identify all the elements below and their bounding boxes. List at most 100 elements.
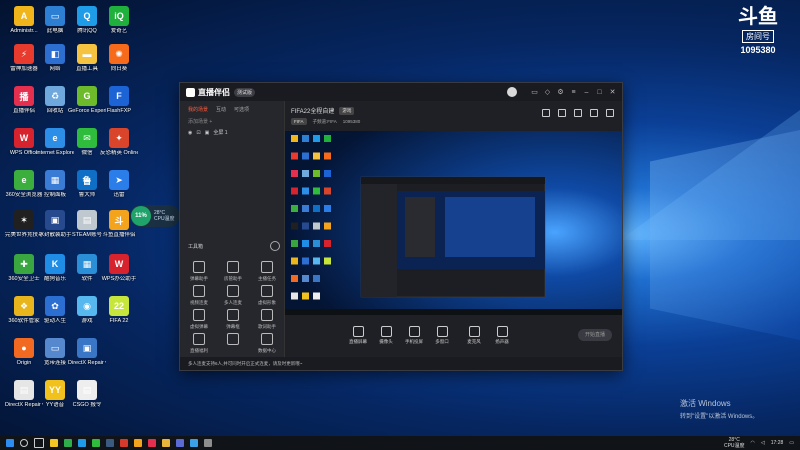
app-icon: ▦ — [45, 170, 65, 190]
control-button[interactable]: 麦克风 — [461, 326, 487, 345]
desktop-icon[interactable]: W WPS办公助手 — [100, 254, 138, 283]
task-view-icon[interactable] — [34, 438, 44, 448]
preview-area: FIFA22全程自建 游戏 FIFA 子频道:FIFA 1095380 直播屏幕… — [285, 101, 622, 357]
tray-time[interactable]: 17:28 — [771, 440, 784, 446]
toolbox-item[interactable]: 弹幕助手 — [184, 261, 214, 282]
app-icon: ▭ — [45, 338, 65, 358]
notice-bar[interactable]: 多人连麦支持6人,并可同时开启正式连麦，请及时更新哦~ — [180, 357, 622, 370]
tab-scenes[interactable]: 我的场景 — [188, 106, 208, 113]
toolbox-item[interactable]: 虚拟弹幕 — [184, 309, 214, 330]
minimize-icon[interactable]: – — [583, 89, 590, 96]
toolbox-item[interactable]: 直播福利 — [184, 333, 214, 354]
wechat-icon[interactable] — [92, 439, 100, 447]
network-icon[interactable]: ◠ — [751, 440, 755, 446]
preview-tool-icons — [542, 109, 614, 117]
rank-icon[interactable] — [574, 109, 582, 117]
douyu-icon[interactable] — [134, 439, 142, 447]
control-icon — [468, 326, 480, 337]
control-button[interactable]: 扬声器 — [489, 326, 515, 345]
tool-label: 虚拟弹幕 — [190, 324, 208, 329]
search-icon[interactable] — [20, 439, 28, 447]
scene-item[interactable]: ◉ ⊡ ▣ 全屏 1 — [180, 127, 284, 138]
toolbox-item[interactable]: 虚拟形象 — [252, 285, 282, 306]
tool-label: 歌词助手 — [258, 324, 276, 329]
menu-icon[interactable]: ≡ — [570, 89, 577, 96]
tool-icon — [261, 285, 273, 297]
tab-options[interactable]: 可选项 — [234, 106, 249, 113]
preview-mini-icon — [313, 205, 320, 212]
toolbox-item[interactable]: 歌词助手 — [252, 309, 282, 330]
notification-icon[interactable]: ▭ — [789, 440, 794, 446]
toolbox-item[interactable]: 多人连麦 — [218, 285, 248, 306]
desktop-icon[interactable]: ▤ CSGO 报令 — [68, 380, 106, 409]
control-icon — [436, 326, 448, 337]
toolbox-title: 工具箱 — [188, 244, 204, 250]
folder-icon[interactable] — [162, 439, 170, 447]
add-scene-button[interactable]: 添加场景 + — [180, 116, 284, 127]
game-icon[interactable] — [120, 439, 128, 447]
settings-icon[interactable]: ⚙ — [557, 89, 564, 96]
tool-label: 弹幕框 — [226, 324, 240, 329]
user-icon[interactable] — [590, 109, 598, 117]
steam-icon[interactable] — [106, 439, 114, 447]
skin-icon[interactable]: ◇ — [544, 89, 551, 96]
start-icon[interactable] — [6, 439, 14, 447]
share-icon[interactable] — [606, 109, 614, 117]
control-label: 扬声器 — [495, 339, 509, 344]
control-button[interactable]: 摄像头 — [373, 326, 399, 345]
maximize-icon[interactable]: □ — [596, 89, 603, 96]
tool-label: 虚拟形象 — [258, 300, 276, 305]
browser-icon[interactable] — [64, 439, 72, 447]
control-button[interactable]: 手机投屏 — [401, 326, 427, 345]
desktop-icon[interactable]: ➤ 迅雷 — [100, 170, 138, 199]
user-avatar[interactable] — [507, 87, 517, 97]
toolbox-item[interactable]: 数据中心 — [252, 333, 282, 354]
app-icon: 鲁 — [77, 170, 97, 190]
toolbox-item[interactable]: 视频连麦 — [184, 285, 214, 306]
tool-label: 房管助手 — [224, 276, 242, 281]
explorer-icon[interactable] — [50, 439, 58, 447]
clock-icon[interactable] — [270, 241, 280, 251]
control-icon — [408, 326, 420, 337]
tab-interact[interactable]: 互动 — [216, 106, 226, 113]
desktop-icon[interactable]: ✺ 向日葵 — [100, 44, 138, 73]
app-icon: e — [45, 128, 65, 148]
desktop-icon-label: 反恐精英 Online — [100, 150, 138, 156]
category-tag[interactable]: FIFA — [291, 118, 307, 125]
lock-icon[interactable]: ⊡ — [196, 130, 200, 136]
desktop-icon[interactable]: F FlashFXP — [100, 86, 138, 115]
app-icon: ▬ — [77, 44, 97, 64]
preview-mini-icon — [291, 292, 298, 300]
app-icon-2[interactable] — [190, 439, 198, 447]
stream-preview[interactable] — [285, 131, 622, 315]
toolbox-item[interactable]: 弹幕框 — [218, 309, 248, 330]
wallpaper-beam — [620, 110, 800, 240]
cpu-widget[interactable]: 11% 28°C CPU温度 — [130, 205, 180, 227]
lock-icon[interactable] — [558, 109, 566, 117]
live-companion-icon[interactable] — [148, 439, 156, 447]
app-icon-1[interactable] — [176, 439, 184, 447]
add-scene-label: 添加场景 + — [188, 119, 213, 125]
sub-channel: 子频道:FIFA — [312, 118, 337, 124]
start-live-button[interactable]: 开始直播 — [578, 329, 612, 341]
stream-title[interactable]: FIFA22全程自建 — [291, 106, 334, 115]
app-icon: iQ — [109, 6, 129, 26]
control-button[interactable]: 直播屏幕 — [345, 326, 371, 345]
app-titlebar[interactable]: 直播伴侣 测试版 ▭ ◇ ⚙ ≡ – □ ✕ — [180, 83, 622, 101]
app-icon-3[interactable] — [204, 439, 212, 447]
eye-icon[interactable]: ◉ — [188, 130, 192, 136]
toolbox-item[interactable] — [218, 333, 248, 348]
toolbox-item[interactable]: 主播任务 — [252, 261, 282, 282]
control-button[interactable]: 多窗口 — [429, 326, 455, 345]
toolbox-item[interactable]: 房管助手 — [218, 261, 248, 282]
volume-icon[interactable]: ◁ — [761, 440, 765, 446]
preview-mini-icon — [291, 257, 298, 265]
desktop-icon[interactable]: iQ 爱奇艺 — [100, 6, 138, 35]
desktop-icon[interactable]: 22 FIFA 22 — [100, 296, 138, 325]
desktop-icon[interactable]: ✦ 反恐精英 Online — [100, 128, 138, 157]
qq-icon[interactable] — [78, 439, 86, 447]
wallpaper-window-glow — [650, 130, 800, 340]
close-icon[interactable]: ✕ — [609, 89, 616, 96]
message-icon[interactable]: ▭ — [531, 89, 538, 96]
gift-icon[interactable] — [542, 109, 550, 117]
